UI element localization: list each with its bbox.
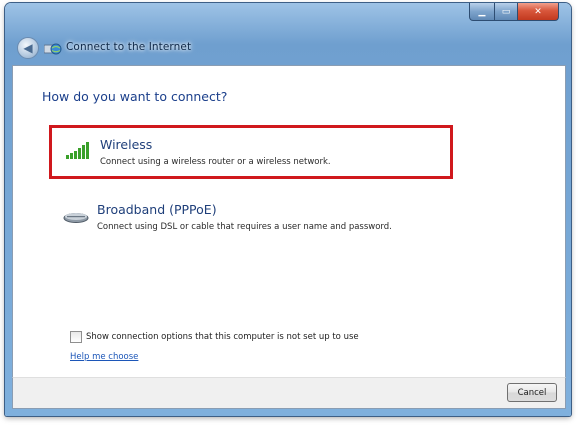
minimize-icon: ▁ bbox=[478, 6, 486, 17]
back-button[interactable]: ◀ bbox=[17, 37, 39, 59]
back-arrow-icon: ◀ bbox=[23, 41, 33, 55]
show-options-checkbox[interactable] bbox=[70, 331, 82, 343]
window-title: Connect to the Internet bbox=[66, 41, 192, 53]
broadband-modem-icon bbox=[63, 209, 89, 228]
close-button[interactable]: ✕ bbox=[518, 3, 559, 21]
content-pane: How do you want to connect? Wireless Con… bbox=[12, 65, 566, 378]
caption-buttons: ▁ ▭ ✕ bbox=[469, 3, 559, 21]
network-globe-icon bbox=[43, 41, 62, 60]
broadband-option-description: Connect using DSL or cable that requires… bbox=[97, 222, 392, 232]
page-heading: How do you want to connect? bbox=[42, 89, 228, 104]
show-options-row: Show connection options that this comput… bbox=[70, 331, 359, 343]
wireless-signal-icon bbox=[66, 142, 92, 164]
maximize-icon: ▭ bbox=[501, 6, 511, 17]
broadband-option[interactable]: Broadband (PPPoE) Connect using DSL or c… bbox=[49, 195, 453, 249]
maximize-button[interactable]: ▭ bbox=[495, 3, 518, 21]
button-bar: Cancel bbox=[12, 377, 566, 409]
title-bar[interactable]: ▁ ▭ ✕ ◀ Connect to the Internet bbox=[5, 3, 571, 65]
wireless-option-title: Wireless bbox=[100, 137, 153, 152]
wireless-option-description: Connect using a wireless router or a wir… bbox=[100, 157, 331, 167]
help-me-choose-link[interactable]: Help me choose bbox=[70, 352, 138, 362]
minimize-button[interactable]: ▁ bbox=[469, 3, 495, 21]
broadband-option-title: Broadband (PPPoE) bbox=[97, 202, 217, 217]
cancel-button[interactable]: Cancel bbox=[507, 383, 557, 402]
show-options-label[interactable]: Show connection options that this comput… bbox=[86, 332, 359, 342]
wireless-option[interactable]: Wireless Connect using a wireless router… bbox=[49, 125, 453, 179]
connect-to-internet-window: ▁ ▭ ✕ ◀ Connect to the Internet How do y… bbox=[5, 3, 571, 416]
close-icon: ✕ bbox=[534, 6, 542, 17]
